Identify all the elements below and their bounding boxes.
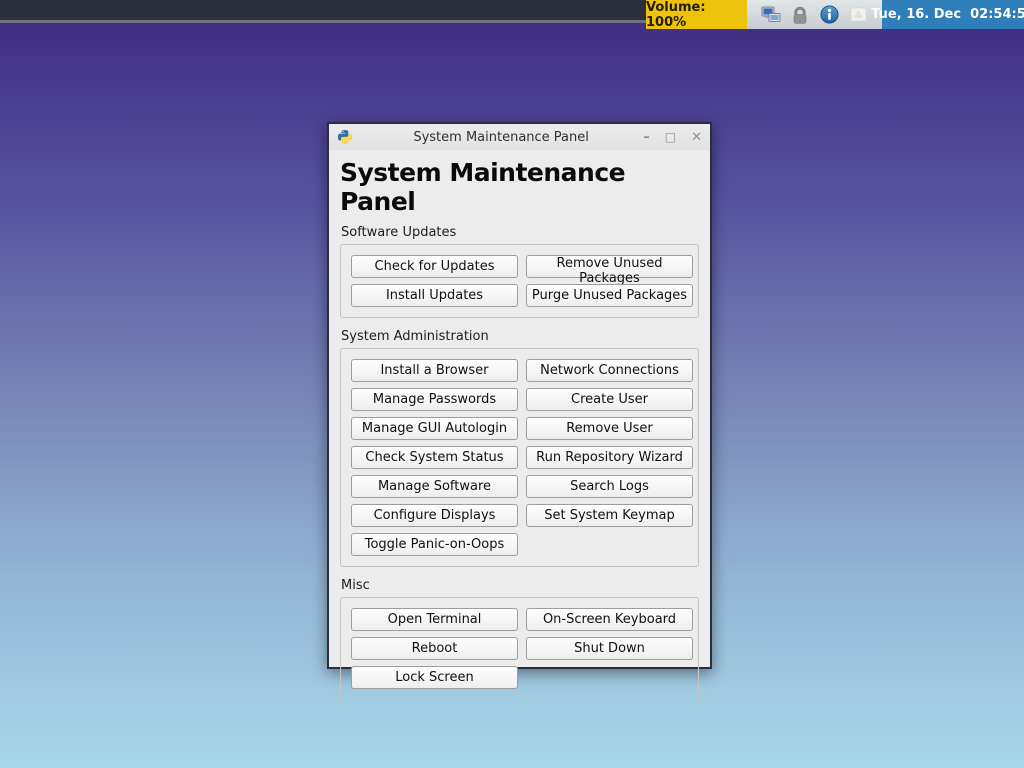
groupbox-software-updates: Check for Updates Remove Unused Packages… [340,244,699,318]
reboot-button[interactable]: Reboot [351,637,518,660]
on-screen-keyboard-button[interactable]: On-Screen Keyboard [526,608,693,631]
section-label-system-administration: System Administration [341,329,699,344]
check-for-updates-button[interactable]: Check for Updates [351,255,518,278]
section-label-misc: Misc [341,578,699,593]
network-connections-button[interactable]: Network Connections [526,359,693,382]
remove-unused-packages-button[interactable]: Remove Unused Packages [526,255,693,278]
lock-icon[interactable] [791,5,809,25]
remove-user-button[interactable]: Remove User [526,417,693,440]
section-misc: Misc Open Terminal On-Screen Keyboard Re… [340,578,699,700]
window-title: System Maintenance Panel [359,130,643,145]
maximize-icon[interactable]: □ [665,131,676,143]
create-user-button[interactable]: Create User [526,388,693,411]
configure-displays-button[interactable]: Configure Displays [351,504,518,527]
minimize-icon[interactable]: – [643,131,650,144]
close-icon[interactable]: ✕ [691,131,702,144]
shut-down-button[interactable]: Shut Down [526,637,693,660]
desktop: Volume: 100% [0,0,1024,768]
clock-text: Tue, 16. Dec 02:54:53 [871,7,1024,22]
install-a-browser-button[interactable]: Install a Browser [351,359,518,382]
section-label-software-updates: Software Updates [341,225,699,240]
manage-software-button[interactable]: Manage Software [351,475,518,498]
volume-label: Volume: 100% [646,0,747,30]
section-system-administration: System Administration Install a Browser … [340,329,699,567]
displays-icon[interactable] [761,5,781,25]
python-icon [337,129,353,145]
toggle-panic-on-oops-button[interactable]: Toggle Panic-on-Oops [351,533,518,556]
titlebar[interactable]: System Maintenance Panel – □ ✕ [329,124,710,150]
run-repository-wizard-button[interactable]: Run Repository Wizard [526,446,693,469]
info-icon[interactable] [820,5,839,24]
taskbar: Volume: 100% [0,0,1024,29]
notifications-icon[interactable] [849,5,868,24]
check-system-status-button[interactable]: Check System Status [351,446,518,469]
groupbox-misc: Open Terminal On-Screen Keyboard Reboot … [340,597,699,700]
volume-applet[interactable]: Volume: 100% [646,0,747,29]
lock-screen-button[interactable]: Lock Screen [351,666,518,689]
open-terminal-button[interactable]: Open Terminal [351,608,518,631]
purge-unused-packages-button[interactable]: Purge Unused Packages [526,284,693,307]
manage-passwords-button[interactable]: Manage Passwords [351,388,518,411]
taskbar-empty-area [0,0,646,23]
window-content: System Maintenance Panel Software Update… [329,150,710,700]
section-software-updates: Software Updates Check for Updates Remov… [340,225,699,318]
manage-gui-autologin-button[interactable]: Manage GUI Autologin [351,417,518,440]
system-maintenance-window: System Maintenance Panel – □ ✕ System Ma… [327,122,712,669]
clock-applet[interactable]: Tue, 16. Dec 02:54:53 [882,0,1024,29]
install-updates-button[interactable]: Install Updates [351,284,518,307]
page-title: System Maintenance Panel [340,158,699,216]
set-system-keymap-button[interactable]: Set System Keymap [526,504,693,527]
system-tray [747,0,882,29]
search-logs-button[interactable]: Search Logs [526,475,693,498]
groupbox-system-administration: Install a Browser Network Connections Ma… [340,348,699,567]
window-controls: – □ ✕ [643,131,702,144]
